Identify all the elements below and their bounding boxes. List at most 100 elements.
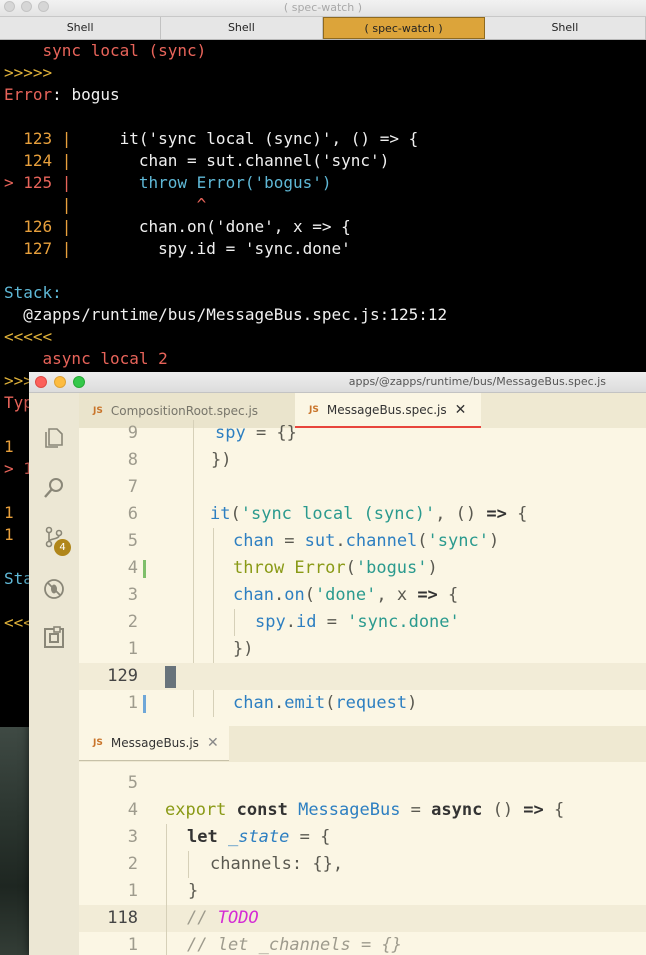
editor-window: apps/@zapps/runtime/bus/MessageBus.spec.… <box>29 372 646 955</box>
token: ( <box>325 693 336 713</box>
token: sut <box>304 531 336 551</box>
indent-guide <box>193 501 194 528</box>
js-file-icon: JS <box>309 404 319 415</box>
test-name-line: sync local (sync) <box>4 41 207 60</box>
token: { <box>506 504 528 524</box>
indent-guide <box>193 582 194 609</box>
editor-tab-bar-bottom: JS MessageBus.js ✕ <box>79 726 646 762</box>
search-icon[interactable] <box>42 476 66 500</box>
indent-guide <box>166 824 167 851</box>
explorer-files-icon[interactable] <box>42 426 66 450</box>
terminal-tab-shell-1[interactable]: Shell <box>0 17 162 39</box>
terminal-window-controls[interactable] <box>4 1 49 12</box>
token: _state <box>227 827 290 847</box>
code-text: chan.on('done', x => { <box>71 217 351 236</box>
tab-label: MessageBus.spec.js <box>326 402 447 417</box>
line-number: 3 <box>127 585 138 605</box>
token: request <box>335 693 408 713</box>
token: = <box>289 827 321 847</box>
code-frame-line: 123 | it('sync local (sync)', () => { <box>4 128 646 150</box>
token: 'sync' <box>427 531 489 551</box>
indent-guide <box>193 555 194 582</box>
line-number: 1 <box>127 935 138 955</box>
text-cursor <box>165 666 176 688</box>
token: // <box>187 908 218 928</box>
token: . <box>335 531 346 551</box>
line-number: 3 <box>127 827 138 847</box>
token: emit <box>284 693 326 713</box>
line-number: | <box>4 195 72 214</box>
indent-guide <box>193 636 194 663</box>
terminal-close-button[interactable] <box>4 1 15 12</box>
terminal-tab-bar: Shell Shell ( spec-watch ) Shell <box>0 17 646 40</box>
code-frame-line-error: > 125 | throw Error('bogus') <box>4 172 646 194</box>
line-number: > 125 | <box>4 173 72 192</box>
code-line: 1} <box>79 878 646 905</box>
token: ( <box>345 558 356 578</box>
token: let <box>187 827 218 847</box>
js-file-icon: JS <box>93 405 103 416</box>
token: => <box>486 504 507 524</box>
editor-pane-spec[interactable]: 9 spy = {} 8}) 7 6 it ('sync local (sync)',… <box>79 420 646 726</box>
token: ( <box>304 585 315 605</box>
token: TODO <box>217 908 259 928</box>
code-line: 4 export const MessageBus = async () => { <box>79 797 646 824</box>
editor-minimize-button[interactable] <box>54 376 66 388</box>
indent-guide <box>213 528 214 555</box>
line-number: 129 <box>107 666 138 686</box>
token: 'sync local (sync)' <box>240 504 436 524</box>
token: chan <box>233 693 274 713</box>
token: 'done' <box>314 585 377 605</box>
indent-guide <box>188 851 189 878</box>
debug-icon[interactable] <box>42 577 66 601</box>
git-modified-marker <box>143 695 146 713</box>
close-icon[interactable]: ✕ <box>455 402 467 418</box>
terminal-tab-shell-2[interactable]: Shell <box>161 17 323 39</box>
indent-guide <box>193 690 194 717</box>
indent-guide <box>166 851 167 878</box>
code-text: it('sync local (sync)', () => { <box>71 129 419 148</box>
token: on <box>284 585 305 605</box>
terminal-minimize-button[interactable] <box>21 1 32 12</box>
indent-guide <box>213 555 214 582</box>
terminal-tab-shell-3[interactable]: Shell <box>485 17 646 39</box>
token: ) <box>427 558 438 578</box>
token: ( <box>417 531 428 551</box>
terminal-zoom-button[interactable] <box>38 1 49 12</box>
token: = {} <box>245 423 297 443</box>
editor-close-button[interactable] <box>35 376 47 388</box>
code-line: 5 chan = sut.channel('sync') <box>79 528 646 555</box>
error-label: Error <box>4 85 53 104</box>
token: 'bogus' <box>355 558 428 578</box>
token: spy <box>255 612 286 632</box>
code-line: 2 spy.id = 'sync.done' <box>79 609 646 636</box>
editor-pane-source[interactable]: 5 4 export const MessageBus = async () =>… <box>79 770 646 955</box>
tab-messagebus[interactable]: JS MessageBus.js ✕ <box>79 726 229 761</box>
code-line: 3 let _state = { <box>79 824 646 851</box>
extensions-icon[interactable] <box>42 626 66 650</box>
indent-guide <box>193 528 194 555</box>
line-number: 7 <box>127 477 138 497</box>
error-line: Error: bogus <box>4 84 646 106</box>
close-icon[interactable]: ✕ <box>207 735 219 751</box>
line-number: 1 <box>127 693 138 713</box>
indent-guide <box>193 609 194 636</box>
terminal-titlebar: ( spec-watch ) <box>0 0 646 17</box>
code-line: 2 channels: {}, <box>79 851 646 878</box>
editor-window-controls[interactable] <box>35 376 85 388</box>
code-line: 9 spy = {} <box>79 420 646 447</box>
token: chan <box>233 531 274 551</box>
terminal-tab-spec-watch[interactable]: ( spec-watch ) <box>322 17 485 39</box>
line-number: 118 <box>107 908 138 928</box>
token: spy <box>215 423 246 443</box>
terminal-window-title: ( spec-watch ) <box>283 1 363 14</box>
code-text: chan = sut.channel('sync') <box>71 151 390 170</box>
token: MessageBus <box>298 800 401 820</box>
token: channel <box>345 531 418 551</box>
code-frame-line: 126 | chan.on('done', x => { <box>4 216 646 238</box>
code-line: 7 <box>79 474 646 501</box>
editor-zoom-button[interactable] <box>73 376 85 388</box>
activity-bar: 4 <box>29 393 79 955</box>
